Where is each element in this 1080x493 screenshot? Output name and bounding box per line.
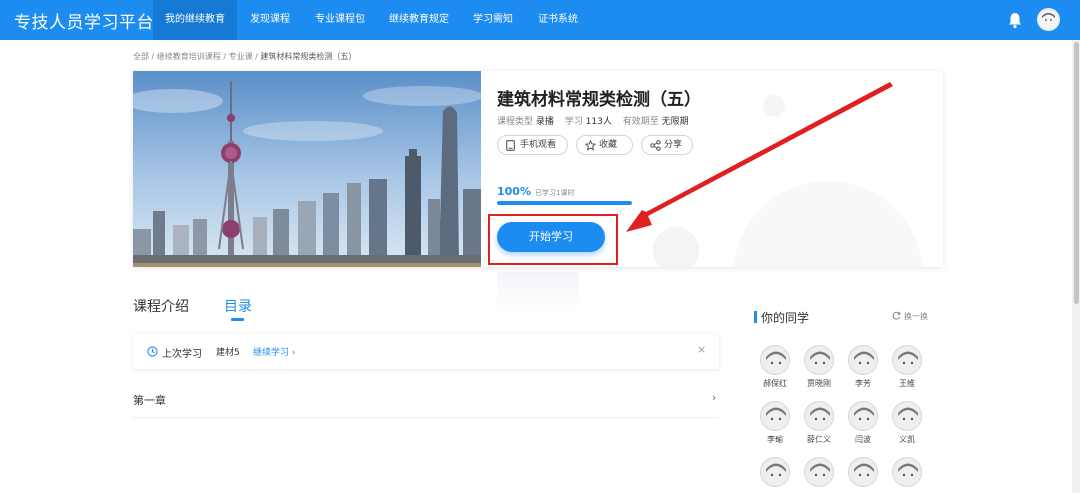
favorite-label: 收藏 (599, 140, 618, 150)
annotation-highlight-box (488, 214, 618, 265)
course-title: 建筑材料常规类检测（五） (497, 90, 701, 110)
nav-certificate-system[interactable]: 证书系统 (530, 0, 586, 40)
breadcrumb-current: 建筑材料常规类检测（五） (260, 52, 357, 61)
study-count-value: 113人 (585, 117, 612, 127)
refresh-classmates-button[interactable]: 换一换 (892, 311, 928, 322)
last-study-label: 上次学习 (162, 349, 202, 360)
valid-until-label: 有效期至 (622, 117, 659, 127)
share-label: 分享 (664, 140, 683, 150)
tablet-icon (506, 140, 515, 151)
classmate-avatar (892, 401, 922, 431)
app-title[interactable]: 专技人员学习平台 (14, 8, 154, 33)
classmate-avatar (892, 457, 922, 487)
classmate-item[interactable]: 闫波 (841, 401, 885, 445)
classmate-item[interactable] (753, 457, 797, 487)
top-navbar: 专技人员学习平台 我的继续教育 发现课程 专业课程包 继续教育规定 学习需知 证… (0, 0, 1080, 40)
classmate-avatar (804, 401, 834, 431)
continue-learning-label: 继续学习 (253, 348, 290, 358)
classmate-avatar (760, 457, 790, 487)
classmate-name: 郝保红 (763, 379, 787, 388)
progress-bar (497, 201, 632, 205)
course-type-value: 录播 (535, 117, 554, 127)
classmate-name: 闫波 (855, 435, 871, 444)
classmate-avatar (760, 345, 790, 375)
classmate-name: 王维 (899, 379, 915, 388)
classmate-name: 薛仁义 (807, 435, 831, 444)
close-icon[interactable]: × (697, 343, 706, 356)
classmate-avatar (804, 345, 834, 375)
nav-my-education[interactable]: 我的继续教育 (153, 0, 237, 40)
share-button[interactable]: 分享 (641, 135, 693, 155)
chapter-title: 第一章 (133, 394, 166, 407)
classmate-item[interactable] (841, 457, 885, 487)
tab-catalog[interactable]: 目录 (224, 296, 252, 316)
bell-icon[interactable] (1006, 11, 1024, 29)
course-type-label: 课程类型 (497, 117, 534, 127)
classmate-name: 贾晓刚 (807, 379, 831, 388)
classmate-name: 义凯 (899, 435, 915, 444)
nav-study-notes[interactable]: 学习需知 (465, 0, 521, 40)
decorative-circle (763, 95, 785, 117)
tab-course-intro[interactable]: 课程介绍 (133, 296, 189, 316)
progress-bar-fill (497, 201, 632, 205)
nav-regulations[interactable]: 继续教育规定 (382, 0, 456, 40)
mobile-view-button[interactable]: 手机观看 (497, 135, 568, 155)
classmate-item[interactable] (885, 457, 929, 487)
classmate-item[interactable]: 薛仁义 (797, 401, 841, 445)
classmate-name: 李瑜 (767, 435, 783, 444)
star-icon (585, 140, 596, 151)
continue-learning-link[interactable]: 继续学习 › (253, 345, 296, 358)
breadcrumb-professional[interactable]: 专业课 (229, 52, 253, 61)
refresh-label: 换一换 (904, 312, 928, 321)
progress-note: 已学习1课时 (535, 189, 575, 197)
classmate-avatar (848, 457, 878, 487)
classmate-item[interactable] (797, 457, 841, 487)
faded-overlay-block (497, 272, 579, 312)
course-meta: 课程类型 录播 学习 113人 有效期至 无限期 (497, 114, 697, 127)
course-cover-image (133, 71, 481, 267)
clock-icon (147, 346, 158, 357)
decorative-circle (733, 181, 923, 267)
classmate-avatar (760, 401, 790, 431)
study-count-label: 学习 (564, 117, 583, 127)
last-study-item: 建材5 (216, 348, 240, 358)
breadcrumb-all[interactable]: 全部 (133, 52, 149, 61)
progress-percent: 100% (497, 185, 531, 198)
last-study-bar: 上次学习 建材5 继续学习 › × (133, 334, 719, 369)
active-tab-indicator (231, 318, 244, 321)
classmate-avatar (892, 345, 922, 375)
classmate-item[interactable]: 义凯 (885, 401, 929, 445)
classmate-name: 李芳 (855, 379, 871, 388)
classmate-avatar (848, 345, 878, 375)
classmate-item[interactable]: 贾晓刚 (797, 345, 841, 389)
share-icon (650, 140, 661, 151)
classmate-item[interactable]: 郝保红 (753, 345, 797, 389)
classmate-item[interactable]: 李芳 (841, 345, 885, 389)
scrollbar-thumb[interactable] (1074, 42, 1079, 304)
refresh-icon (892, 311, 901, 320)
chevron-right-icon: › (291, 348, 296, 358)
classmate-avatar (804, 457, 834, 487)
nav-discover-courses[interactable]: 发现课程 (240, 0, 300, 40)
user-avatar[interactable] (1037, 8, 1060, 31)
nav-course-packages[interactable]: 专业课程包 (305, 0, 375, 40)
breadcrumb-training[interactable]: 继续教育培训课程 (157, 52, 221, 61)
classmate-avatar (848, 401, 878, 431)
chevron-right-icon: › (712, 391, 717, 404)
classmate-item[interactable]: 王维 (885, 345, 929, 389)
classmate-item[interactable]: 李瑜 (753, 401, 797, 445)
favorite-button[interactable]: 收藏 (576, 135, 633, 155)
breadcrumb: 全部 / 继续教育培训课程 / 专业课 / 建筑材料常规类检测（五） (133, 51, 356, 62)
classmates-title: 你的同学 (761, 311, 810, 325)
mobile-view-label: 手机观看 (520, 140, 557, 150)
decorative-circle (653, 227, 699, 267)
valid-until-value: 无限期 (661, 117, 689, 127)
chapter-row[interactable]: 第一章 › (133, 388, 719, 418)
section-marker (754, 311, 757, 323)
